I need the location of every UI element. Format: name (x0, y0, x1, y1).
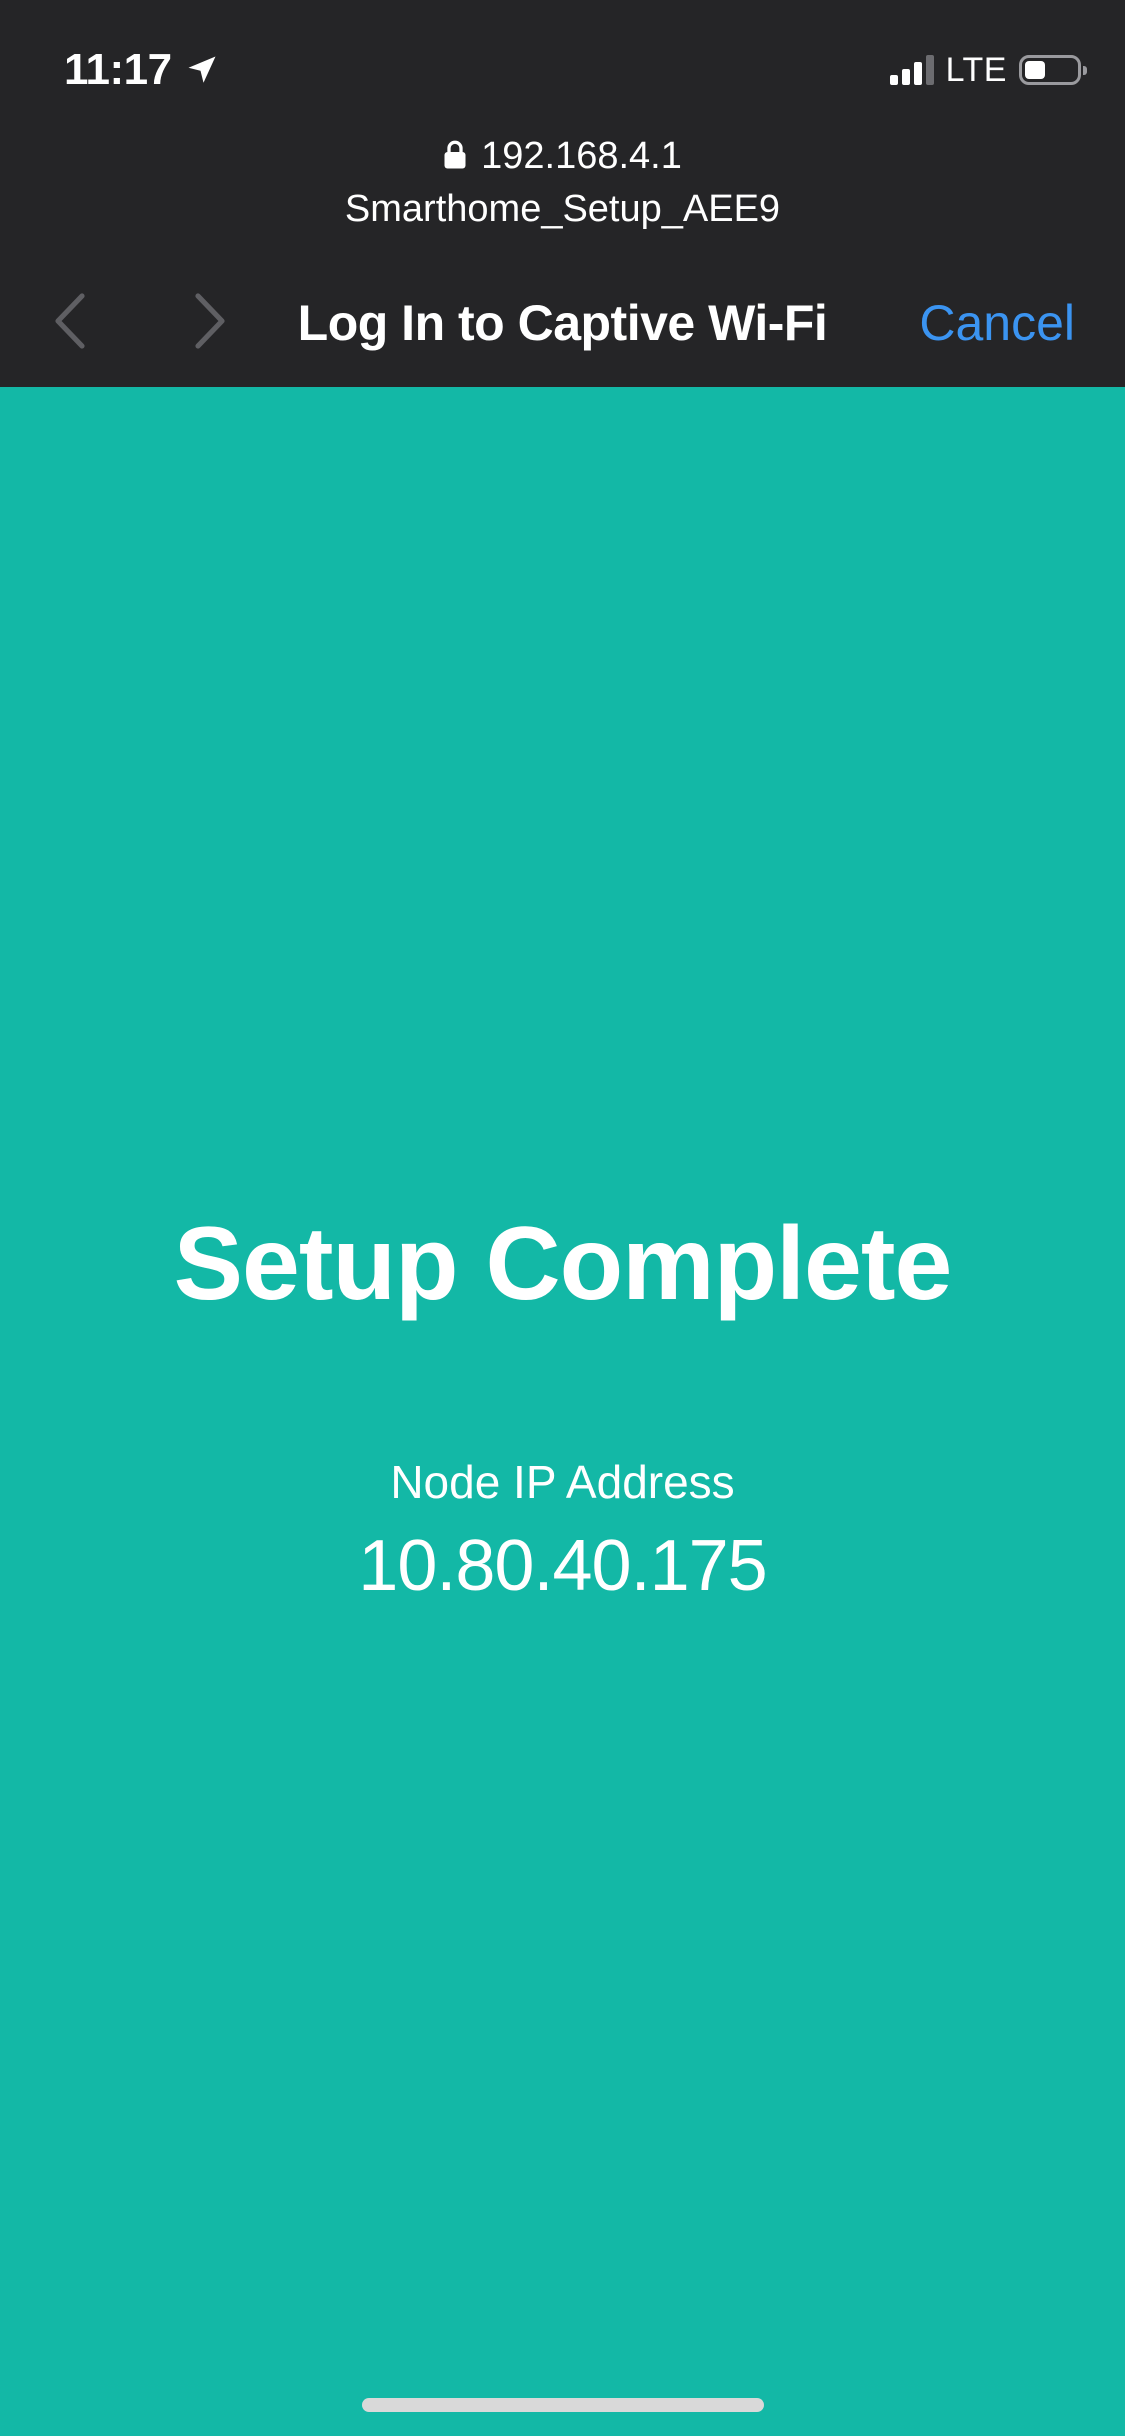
chevron-left-icon (55, 293, 85, 349)
url-label: 192.168.4.1 (481, 135, 682, 177)
home-indicator[interactable] (362, 2398, 764, 2412)
chevron-right-icon (195, 293, 225, 349)
nav-title: Log In to Captive Wi-Fi (297, 295, 828, 351)
status-bar-time: 11:17 (64, 40, 220, 100)
setup-complete-heading: Setup Complete (173, 1206, 953, 1322)
site-name-label: Smarthome_Setup_AEE9 (344, 188, 781, 230)
lock-icon (444, 140, 466, 168)
battery-icon (1019, 55, 1087, 85)
time-label: 11:17 (64, 45, 172, 94)
cancel-button[interactable]: Cancel (919, 290, 1075, 356)
cellular-signal-icon (889, 55, 934, 85)
back-button[interactable] (44, 288, 94, 354)
address-bar: 192.168.4.1 (0, 135, 1125, 178)
status-bar-indicators: LTE (889, 40, 1087, 100)
browser-chrome: 11:17 LTE 192.168.4.1 Smarthome_Setup_AE… (0, 0, 1125, 387)
captive-portal-screen: 11:17 LTE 192.168.4.1 Smarthome_Setup_AE… (0, 0, 1125, 2436)
node-ip-label: Node IP Address (390, 1456, 735, 1508)
forward-button[interactable] (186, 288, 236, 354)
network-type-label: LTE (945, 50, 1007, 89)
location-arrow-icon (188, 56, 216, 83)
node-ip-value: 10.80.40.175 (358, 1526, 767, 1606)
